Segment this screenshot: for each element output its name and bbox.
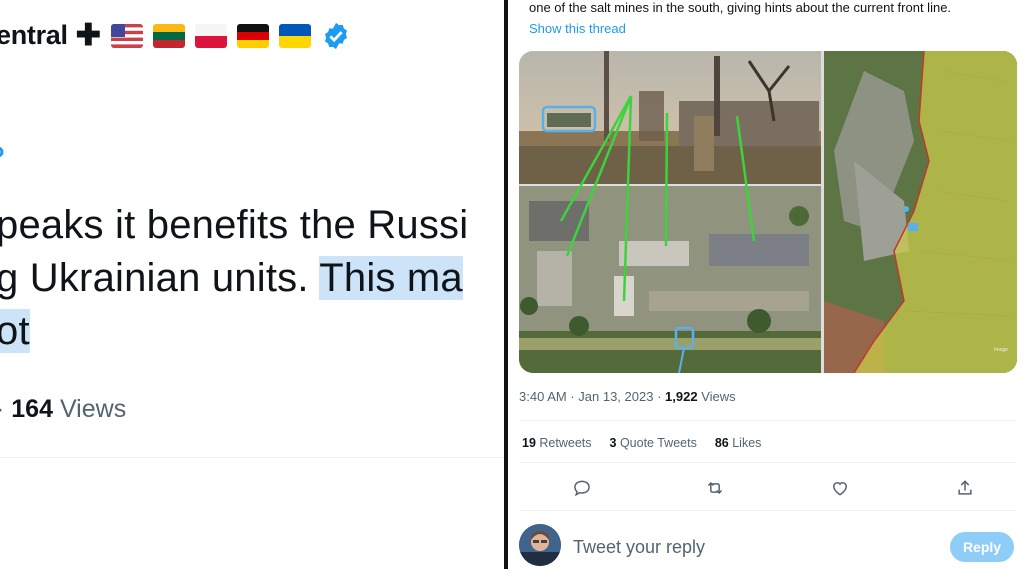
like-heart-icon[interactable]: [826, 474, 854, 502]
views-count: 1,922: [665, 389, 698, 404]
views-row: · 164 Views: [0, 395, 126, 424]
media-grid[interactable]: Image: [519, 51, 1017, 373]
annotation-lines: [559, 95, 756, 302]
views-label: Views: [59, 395, 127, 423]
reply-icon[interactable]: [568, 474, 596, 502]
verified-badge-icon: [324, 22, 347, 49]
right-tweet-panel: one of the salt mines in the south, givi…: [508, 0, 1024, 569]
views-count: 164: [11, 395, 53, 423]
flag-poland-icon: [194, 23, 227, 48]
avatar[interactable]: [519, 524, 561, 566]
tweet-text: one of the salt mines in the south, givi…: [529, 0, 952, 15]
reply-button[interactable]: Reply: [950, 532, 1014, 562]
tweet-time[interactable]: 3:40 AM: [519, 389, 567, 404]
separator-dot: ·: [0, 395, 4, 423]
retweets-stat[interactable]: 19 Retweets: [522, 436, 592, 450]
quotes-count: 3: [609, 436, 617, 450]
flag-lithuania-icon: [152, 23, 185, 48]
action-bar: [519, 474, 1017, 502]
divider-line: [519, 510, 1017, 511]
selected-text[interactable]: This ma: [319, 256, 463, 300]
quotes-stat[interactable]: 3 Quote Tweets: [610, 436, 697, 450]
flag-united-states-icon: [110, 23, 143, 48]
flag-germany-icon: [236, 23, 269, 48]
author-row: entral ✚: [0, 20, 351, 51]
tweet-meta: 3:40 AM · Jan 13, 2023 · 1,922 Views: [519, 389, 736, 404]
retweets-label: Retweets: [539, 436, 592, 450]
tweet-text: g Ukrainian units.: [0, 256, 320, 300]
likes-count: 86: [714, 436, 729, 450]
map-watermark: Image: [994, 347, 1008, 353]
retweet-icon[interactable]: [701, 474, 729, 502]
reply-input[interactable]: Tweet your reply: [573, 537, 705, 558]
left-tweet-panel: entral ✚ peaks it benefits the Russi g U…: [0, 0, 504, 569]
divider-line: [0, 457, 504, 458]
quotes-label: Quote Tweets: [619, 436, 697, 450]
handle-fragment-icon: [0, 146, 4, 158]
display-name[interactable]: entral: [0, 20, 68, 51]
tweet-text-line-3: ot: [0, 309, 30, 354]
plus-icon: ✚: [75, 18, 101, 52]
views-label: Views: [701, 389, 736, 404]
likes-stat[interactable]: 86 Likes: [715, 436, 762, 450]
tweet-text-line-1: peaks it benefits the Russi: [0, 203, 468, 248]
divider-line: [519, 420, 1017, 421]
media-map[interactable]: Image: [824, 51, 1017, 373]
engagement-stats: 19 Retweets 3 Quote Tweets 86 Likes: [522, 436, 761, 450]
share-icon[interactable]: [951, 474, 979, 502]
selected-text[interactable]: ot: [0, 309, 30, 353]
tweet-text: peaks it benefits the Russi: [0, 203, 469, 247]
tweet-text-line-2: g Ukrainian units. This ma: [0, 256, 463, 301]
retweets-count: 19: [522, 436, 536, 450]
flag-ukraine-icon: [278, 23, 311, 48]
tweet-date[interactable]: Jan 13, 2023: [578, 389, 653, 404]
divider-line: [519, 462, 1017, 463]
likes-label: Likes: [732, 436, 762, 450]
show-thread-link[interactable]: Show this thread: [529, 21, 626, 36]
